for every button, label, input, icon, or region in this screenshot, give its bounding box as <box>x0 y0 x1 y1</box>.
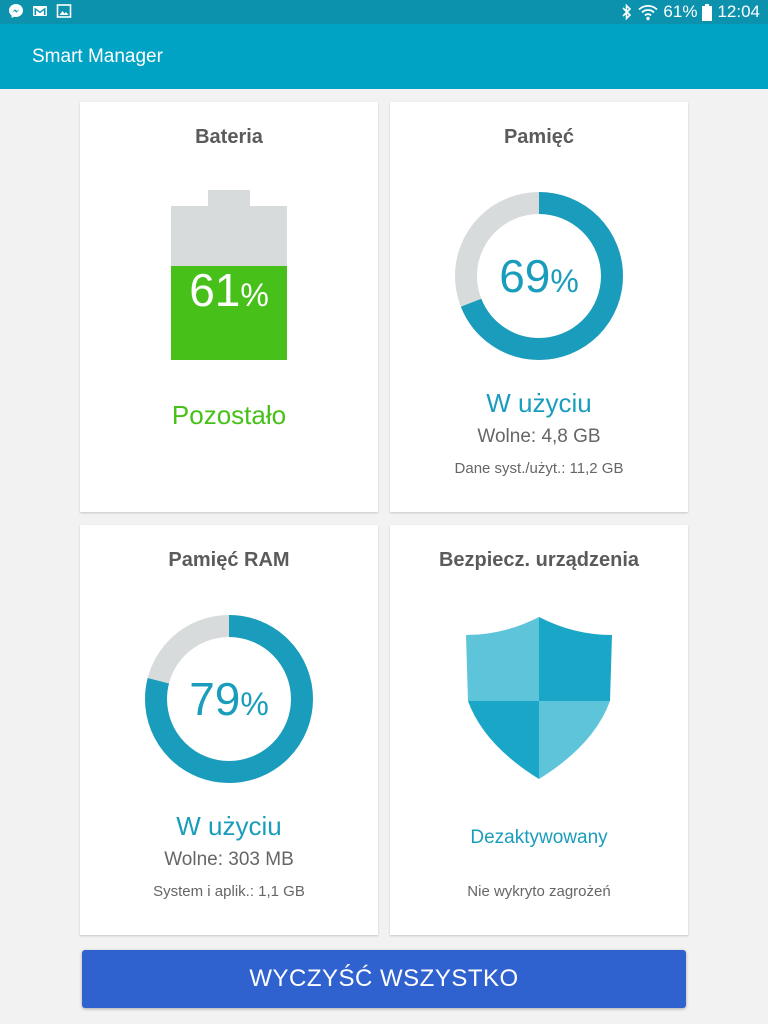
storage-ring: 69% <box>453 190 625 362</box>
battery-percent-text: 61% <box>663 2 698 21</box>
storage-percent-value: 69 <box>499 250 551 302</box>
clock: 12:04 <box>717 2 760 21</box>
ram-card[interactable]: Pamięć RAM 79% W użyciu Wolne: 303 MB Sy… <box>80 525 378 935</box>
battery-card[interactable]: Bateria 61% Pozostało <box>80 102 378 512</box>
battery-cap <box>208 190 250 207</box>
battery-status: Pozostało <box>171 400 287 430</box>
battery-body: 61% <box>171 206 287 360</box>
notification-icons <box>8 3 72 19</box>
ram-free: Wolne: 303 MB <box>164 849 294 870</box>
battery-title: Bateria <box>195 126 263 148</box>
security-detail: Nie wykryto zagrożeń <box>467 883 611 900</box>
shield-icon <box>466 617 612 779</box>
gallery-icon <box>56 4 72 18</box>
battery-percent: 61% <box>171 265 287 320</box>
ram-percent-value: 79 <box>189 673 241 725</box>
clean-all-button[interactable]: WYCZYŚĆ WSZYSTKO <box>82 950 686 1008</box>
wifi-icon <box>638 5 659 21</box>
battery-icon <box>702 3 713 21</box>
battery-percent-unit: % <box>240 277 269 313</box>
storage-percent: 69% <box>453 251 625 306</box>
ram-status: W użyciu <box>176 811 282 841</box>
security-card[interactable]: Bezpiecz. urządzenia Dezaktywowany Nie w… <box>390 525 688 935</box>
security-title: Bezpiecz. urządzenia <box>438 549 640 571</box>
storage-free: Wolne: 4,8 GB <box>477 426 601 447</box>
messenger-icon <box>9 4 23 18</box>
storage-percent-unit: % <box>550 263 579 299</box>
storage-detail: Dane syst./użyt.: 11,2 GB <box>454 460 624 477</box>
storage-status: W użyciu <box>486 388 592 418</box>
app-title: Smart Manager <box>32 46 163 67</box>
status-bar: 61% 12:04 <box>0 0 768 24</box>
system-status: 61% 12:04 <box>621 2 760 22</box>
ram-ring: 79% <box>143 613 315 785</box>
storage-title: Pamięć <box>503 126 575 148</box>
battery-gauge-icon: 61% <box>171 190 287 360</box>
ram-percent-unit: % <box>240 686 269 722</box>
app-bar: Smart Manager <box>0 24 768 89</box>
security-status: Dezaktywowany <box>470 827 608 848</box>
ram-title: Pamięć RAM <box>168 549 290 571</box>
gmail-icon <box>33 6 47 16</box>
storage-card[interactable]: Pamięć 69% W użyciu Wolne: 4,8 GB Dane s… <box>390 102 688 512</box>
ram-detail: System i aplik.: 1,1 GB <box>153 883 305 900</box>
bluetooth-icon <box>622 3 632 21</box>
ram-percent: 79% <box>143 674 315 729</box>
battery-percent-value: 61 <box>189 264 241 316</box>
